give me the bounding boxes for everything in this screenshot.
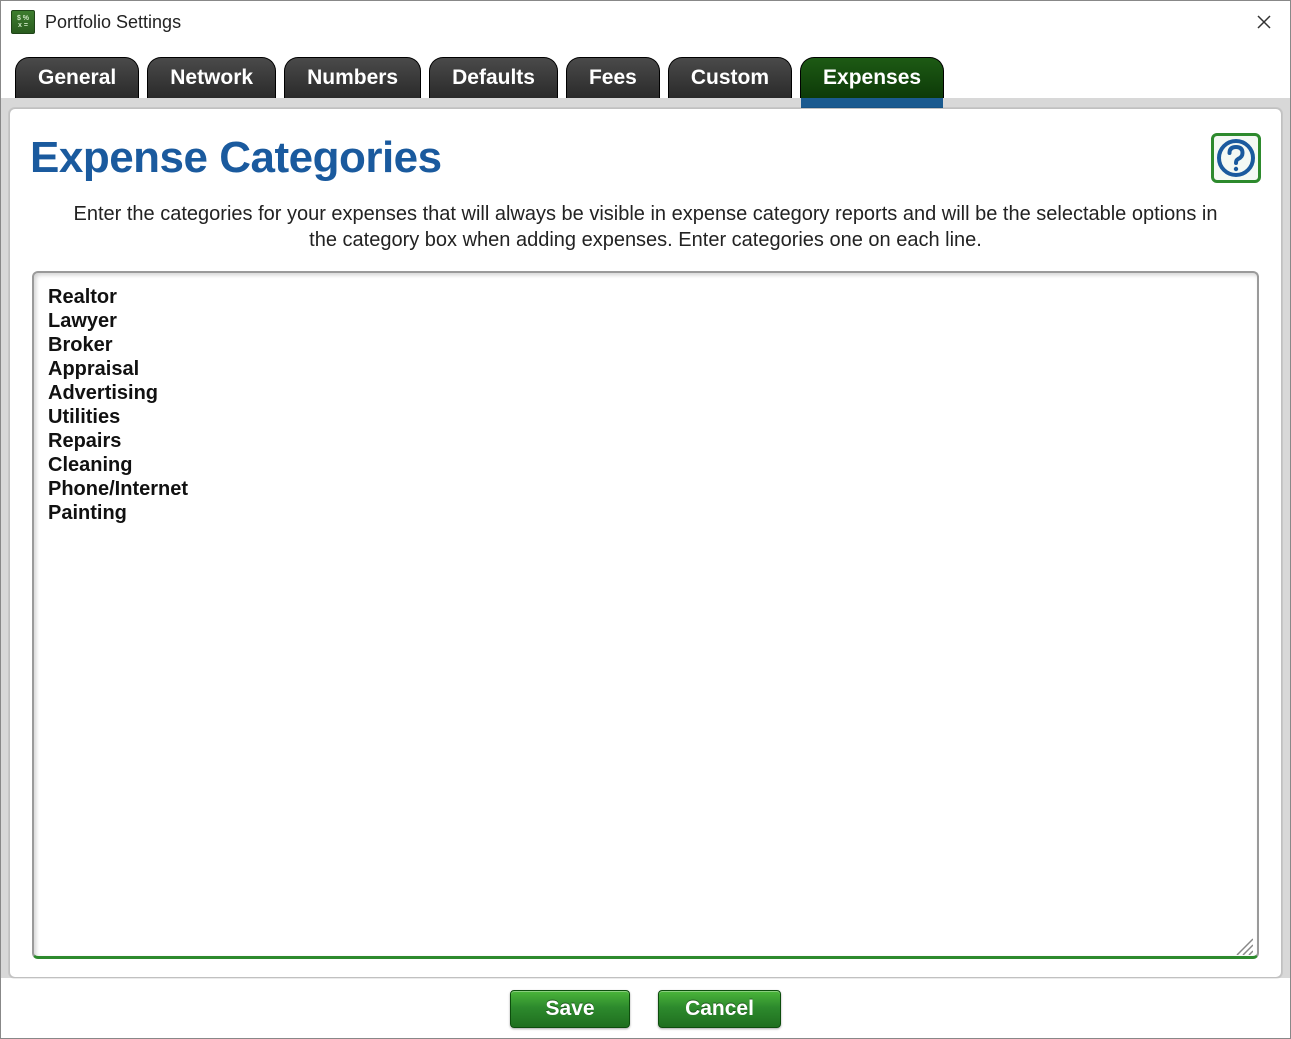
tab-general[interactable]: General [15,57,139,98]
tab-defaults[interactable]: Defaults [429,57,558,98]
categories-textarea[interactable] [32,271,1259,959]
tab-custom[interactable]: Custom [668,57,792,98]
tab-strip: General Network Numbers Defaults Fees Cu… [1,43,1290,98]
save-button[interactable]: Save [510,990,630,1028]
settings-window: $ % x = Portfolio Settings General Netwo… [0,0,1291,1039]
button-row: Save Cancel [1,978,1290,1038]
help-button[interactable] [1211,133,1261,183]
content-panel: Expense Categories Enter the categories … [9,108,1282,978]
categories-field-wrap [30,269,1261,961]
close-icon [1256,14,1272,30]
app-icon: $ % x = [11,10,35,34]
panel-header: Expense Categories [30,133,1261,183]
close-button[interactable] [1248,6,1280,38]
tab-numbers[interactable]: Numbers [284,57,421,98]
page-description: Enter the categories for your expenses t… [60,201,1231,253]
window-title: Portfolio Settings [45,12,181,33]
tab-expenses[interactable]: Expenses [800,57,944,98]
content-wrap: Expense Categories Enter the categories … [1,98,1290,978]
tab-network[interactable]: Network [147,57,276,98]
tab-fees[interactable]: Fees [566,57,660,98]
title-bar: $ % x = Portfolio Settings [1,1,1290,43]
help-icon [1216,138,1256,178]
page-title: Expense Categories [30,133,442,183]
cancel-button[interactable]: Cancel [658,990,781,1028]
